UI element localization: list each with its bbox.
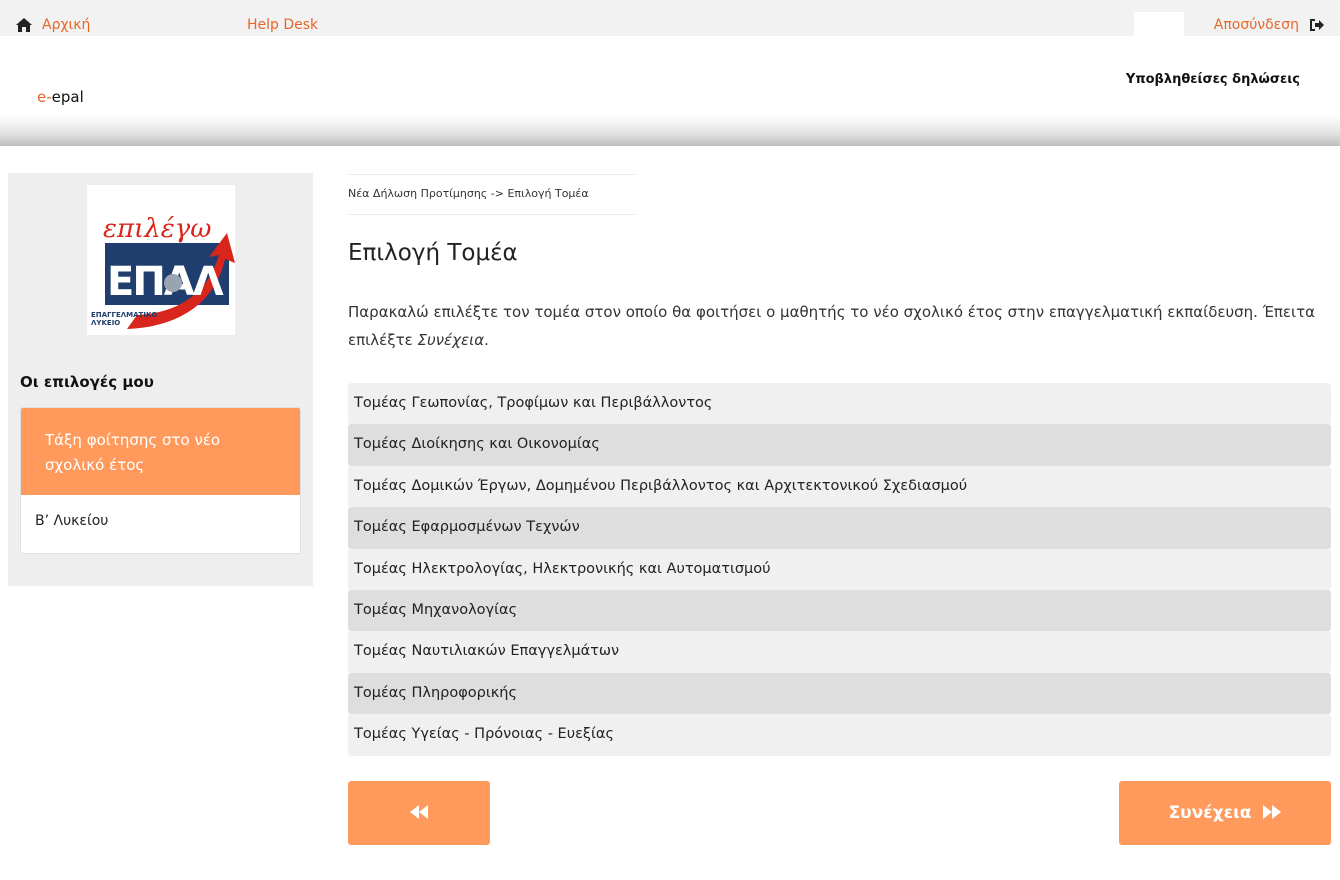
logo-caption-line1: ΕΠΑΓΓΕΛΜΑΤΙΚΟ — [91, 311, 157, 319]
sector-item-pliroforikis[interactable]: Τομέας Πληροφορικής — [348, 672, 1331, 715]
logo-handwritten: επιλέγω — [103, 214, 211, 244]
instructions-text: Παρακαλώ επιλέξτε τον τομέα στον οποίο θ… — [348, 298, 1323, 354]
helpdesk-link[interactable]: Help Desk — [247, 17, 318, 33]
sidebar: επιλέγω ΕΠΑΛ ΕΠΑΓΓΕΛΜΑΤΙΚΟ ΛΥΚΕΙΟ Οι επι… — [8, 173, 313, 586]
choice-card-title: Τάξη φοίτησης στο νέο σχολικό έτος — [21, 408, 300, 495]
user-info-box — [1134, 12, 1184, 36]
choice-card: Τάξη φοίτησης στο νέο σχολικό έτος Β’ Λυ… — [20, 407, 301, 554]
top-bar: Αρχική Help Desk Αποσύνδεση — [0, 0, 1340, 36]
logout-label: Αποσύνδεση — [1213, 17, 1299, 33]
instructions-emphasis: Συνέχεια — [417, 331, 485, 349]
fast-forward-icon — [1263, 804, 1282, 823]
my-choices-title: Οι επιλογές μου — [20, 373, 154, 391]
sector-item-michanologias[interactable]: Τομέας Μηχανολογίας — [348, 589, 1331, 632]
sector-item-efarmosmenon-technon[interactable]: Τομέας Εφαρμοσμένων Τεχνών — [348, 507, 1331, 549]
sector-item-geoponias[interactable]: Τομέας Γεωπονίας, Τροφίμων και Περιβάλλο… — [348, 383, 1331, 425]
instructions-end: . — [484, 331, 489, 349]
site-logo[interactable]: e-epal — [37, 88, 84, 106]
sign-out-icon — [1309, 18, 1324, 32]
logo-caption-line2: ΛΥΚΕΙΟ — [91, 319, 120, 327]
logo-prefix: e- — [37, 88, 52, 106]
sector-item-naftiliakon[interactable]: Τομέας Ναυτιλιακών Επαγγελμάτων — [348, 631, 1331, 673]
breadcrumb: Νέα Δήλωση Προτίμησης -> Επιλογή Τομέα — [348, 174, 636, 215]
logout-link[interactable]: Αποσύνδεση — [1214, 17, 1324, 33]
site-header: e-epal Υποβληθείσες δηλώσεις — [0, 36, 1340, 146]
fast-backward-icon — [410, 804, 428, 823]
continue-label: Συνέχεια — [1168, 803, 1252, 823]
sector-item-dioikisis[interactable]: Τομέας Διοίκησης και Οικονομίας — [348, 424, 1331, 466]
home-label: Αρχική — [42, 17, 91, 33]
logo-name: epal — [51, 88, 84, 106]
instructions-body: Παρακαλώ επιλέξτε τον τομέα στον οποίο θ… — [348, 303, 1316, 349]
sector-item-ilektrologias[interactable]: Τομέας Ηλεκτρολογίας, Ηλεκτρονικής και Α… — [348, 548, 1331, 590]
home-icon — [16, 18, 32, 32]
sector-item-domikon-ergon[interactable]: Τομέας Δομικών Έργων, Δομημένου Περιβάλλ… — [348, 465, 1331, 508]
epal-logo: επιλέγω ΕΠΑΛ ΕΠΑΓΓΕΛΜΑΤΙΚΟ ΛΥΚΕΙΟ — [87, 185, 235, 335]
submitted-declarations-link[interactable]: Υποβληθείσες δηλώσεις — [1126, 72, 1300, 87]
sector-list: Τομέας Γεωπονίας, Τροφίμων και Περιβάλλο… — [348, 383, 1331, 756]
back-button[interactable] — [348, 781, 490, 845]
choice-card-value: Β’ Λυκείου — [21, 495, 300, 553]
sector-item-ygeias[interactable]: Τομέας Υγείας - Πρόνοιας - Ευεξίας — [348, 714, 1331, 756]
continue-button[interactable]: Συνέχεια — [1119, 781, 1331, 845]
page-title: Επιλογή Τομέα — [348, 240, 518, 266]
home-link[interactable]: Αρχική — [16, 17, 90, 33]
